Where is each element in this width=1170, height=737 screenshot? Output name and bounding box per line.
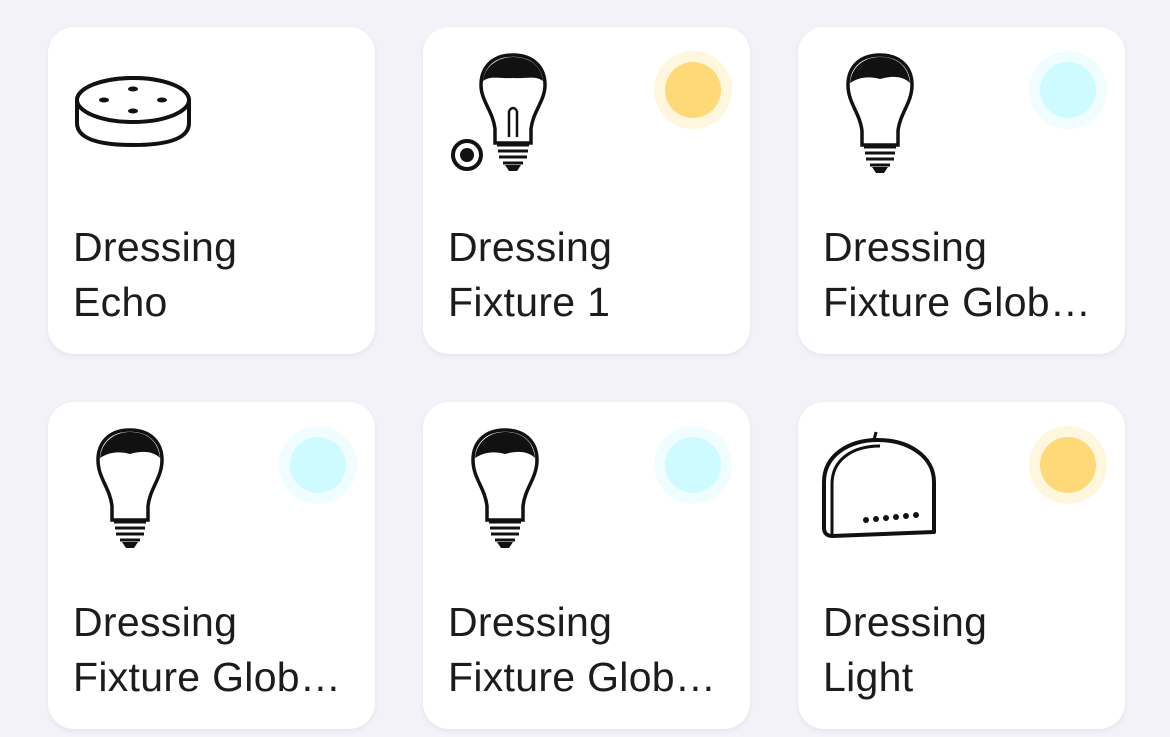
device-name-line2: Fixture Glob… bbox=[448, 654, 717, 700]
status-indicator-on bbox=[654, 51, 732, 129]
light-bulb-icon bbox=[443, 420, 573, 550]
echo-dot-speaker-icon bbox=[68, 45, 198, 175]
device-name: Dressing Fixture Glob… bbox=[73, 595, 349, 705]
device-name-line2: Light bbox=[823, 654, 914, 700]
device-name-line1: Dressing bbox=[823, 599, 988, 645]
bulb-with-button-icon bbox=[443, 45, 573, 175]
status-indicator-on bbox=[1029, 51, 1107, 129]
device-card-dressing-fixture-globe-2[interactable]: Dressing Fixture Glob… bbox=[48, 402, 375, 729]
device-card-dressing-echo[interactable]: Dressing Echo bbox=[48, 27, 375, 354]
device-name-line1: Dressing bbox=[73, 224, 238, 270]
device-name: Dressing Echo bbox=[73, 220, 349, 330]
device-name-line2: Fixture 1 bbox=[448, 279, 611, 325]
device-name-line2: Fixture Glob… bbox=[73, 654, 342, 700]
device-card-dressing-fixture-globe-1[interactable]: Dressing Fixture Glob… bbox=[798, 27, 1125, 354]
device-grid: Dressing Echo Dressing Fixture 1 Dressin… bbox=[0, 0, 1170, 737]
device-name-line1: Dressing bbox=[448, 224, 613, 270]
device-name-line1: Dressing bbox=[823, 224, 988, 270]
light-bulb-icon bbox=[818, 45, 948, 175]
device-name-line1: Dressing bbox=[448, 599, 613, 645]
device-name-line2: Echo bbox=[73, 279, 168, 325]
device-card-dressing-fixture-1[interactable]: Dressing Fixture 1 bbox=[423, 27, 750, 354]
status-indicator-on bbox=[279, 426, 357, 504]
status-indicator-on bbox=[1029, 426, 1107, 504]
device-card-dressing-fixture-globe-3[interactable]: Dressing Fixture Glob… bbox=[423, 402, 750, 729]
relay-module-icon bbox=[818, 420, 948, 550]
device-name: Dressing Fixture Glob… bbox=[823, 220, 1099, 330]
status-indicator-on bbox=[654, 426, 732, 504]
device-name-line2: Fixture Glob… bbox=[823, 279, 1092, 325]
light-bulb-icon bbox=[68, 420, 198, 550]
device-card-dressing-light[interactable]: Dressing Light bbox=[798, 402, 1125, 729]
device-name-line1: Dressing bbox=[73, 599, 238, 645]
device-name: Dressing Fixture 1 bbox=[448, 220, 724, 330]
device-name: Dressing Fixture Glob… bbox=[448, 595, 724, 705]
device-name: Dressing Light bbox=[823, 595, 1099, 705]
